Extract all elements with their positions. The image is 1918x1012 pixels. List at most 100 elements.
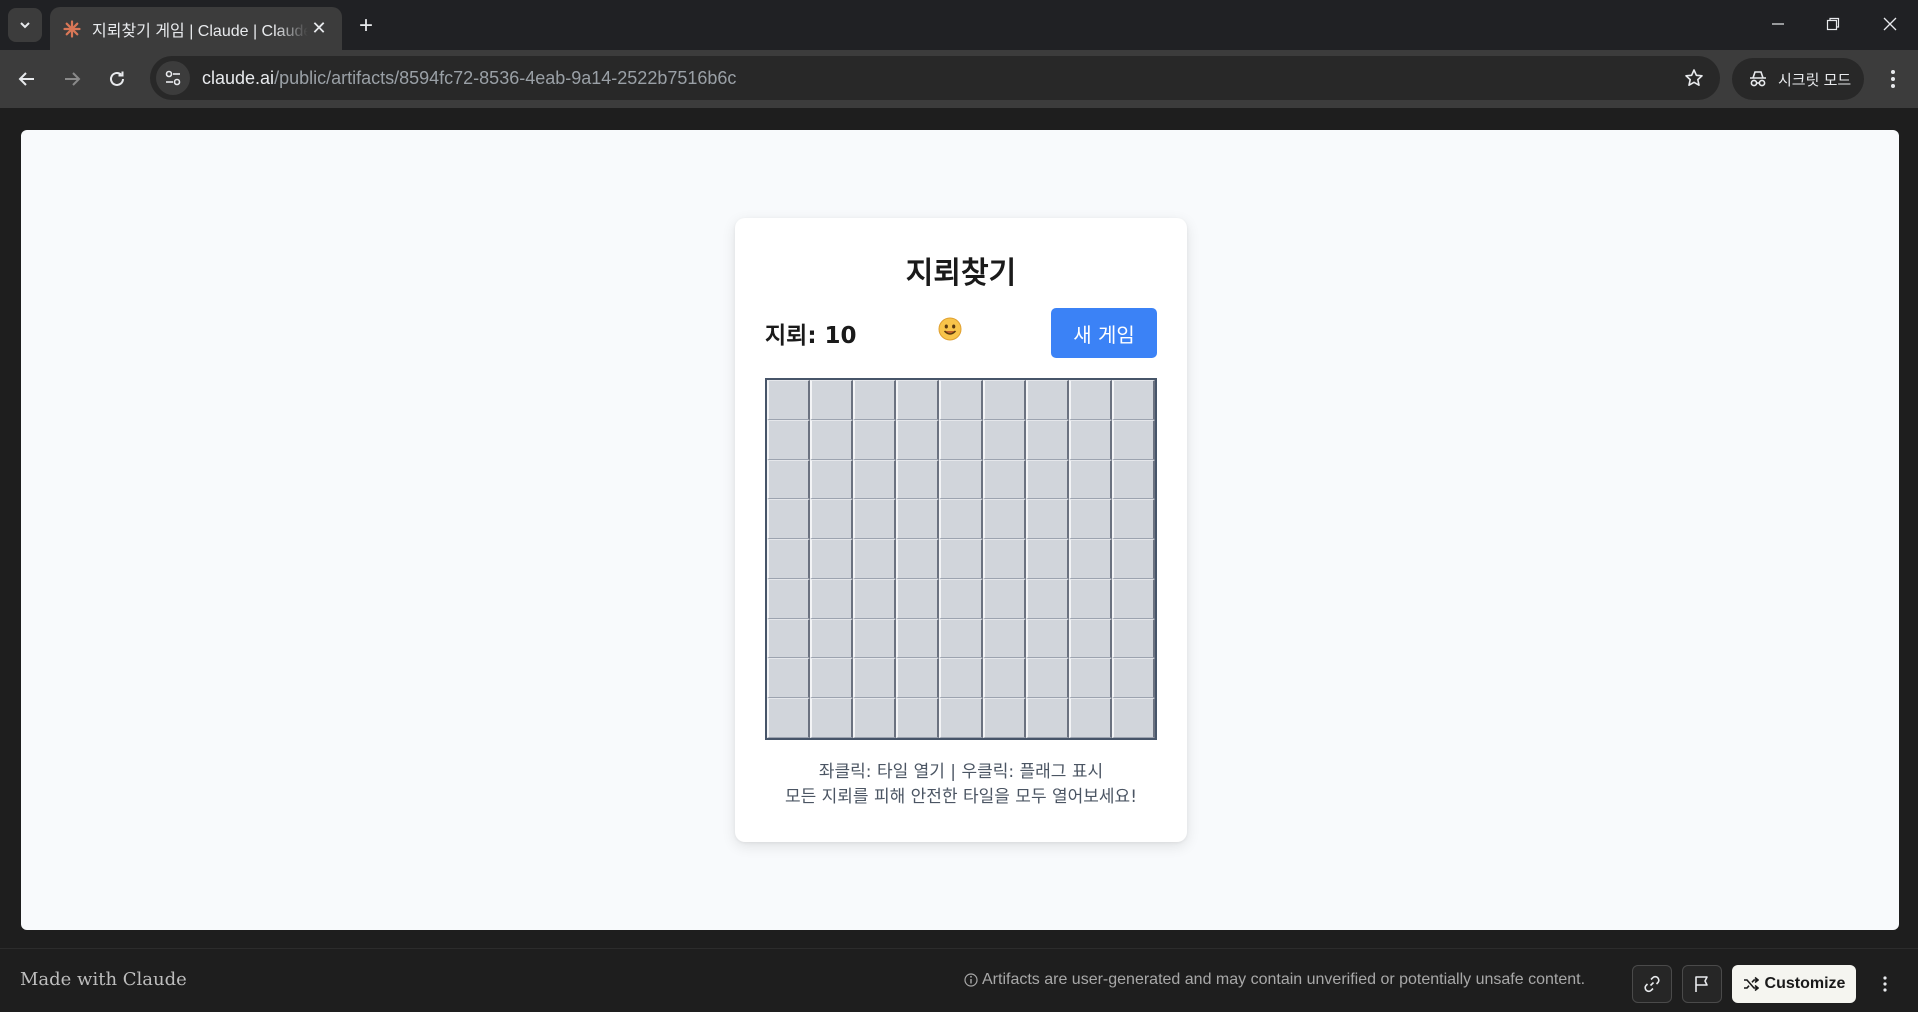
board-tile[interactable] xyxy=(1025,380,1069,420)
board-tile[interactable] xyxy=(982,618,1026,659)
board-tile[interactable] xyxy=(896,499,940,540)
board-tile[interactable] xyxy=(896,380,940,420)
board-tile[interactable] xyxy=(1025,499,1069,540)
board-tile[interactable] xyxy=(767,658,811,699)
board-tile[interactable] xyxy=(1068,380,1112,420)
close-tab-icon[interactable]: ✕ xyxy=(308,18,330,40)
board-tile[interactable] xyxy=(896,539,940,579)
board-tile[interactable] xyxy=(939,419,983,460)
board-tile[interactable] xyxy=(1068,578,1112,619)
board-tile[interactable] xyxy=(1025,618,1069,659)
board-tile[interactable] xyxy=(896,459,940,500)
board-tile[interactable] xyxy=(1025,459,1069,500)
board-tile[interactable] xyxy=(939,658,983,699)
board-tile[interactable] xyxy=(810,380,854,420)
board-tile[interactable] xyxy=(1068,459,1112,500)
board-tile[interactable] xyxy=(939,618,983,659)
incognito-indicator[interactable]: 시크릿 모드 xyxy=(1732,58,1864,100)
board-tile[interactable] xyxy=(853,618,897,659)
board-tile[interactable] xyxy=(982,380,1026,420)
board-tile[interactable] xyxy=(982,539,1026,579)
reload-button[interactable] xyxy=(100,62,134,96)
board-tile[interactable] xyxy=(939,499,983,540)
site-info-button[interactable] xyxy=(156,61,190,95)
board-tile[interactable] xyxy=(767,419,811,460)
board-tile[interactable] xyxy=(1111,499,1155,540)
board-tile[interactable] xyxy=(810,698,854,738)
board-tile[interactable] xyxy=(853,380,897,420)
new-tab-button[interactable]: + xyxy=(352,12,380,40)
board-tile[interactable] xyxy=(896,698,940,738)
board-tile[interactable] xyxy=(810,459,854,500)
board-tile[interactable] xyxy=(767,380,811,420)
minimize-button[interactable] xyxy=(1758,8,1798,40)
board-tile[interactable] xyxy=(939,578,983,619)
board-tile[interactable] xyxy=(853,419,897,460)
board-tile[interactable] xyxy=(1025,698,1069,738)
board-tile[interactable] xyxy=(853,539,897,579)
browser-menu-button[interactable] xyxy=(1876,62,1910,96)
board-tile[interactable] xyxy=(767,499,811,540)
board-tile[interactable] xyxy=(1111,539,1155,579)
board-tile[interactable] xyxy=(1111,380,1155,420)
board-tile[interactable] xyxy=(939,698,983,738)
new-game-button[interactable]: 새 게임 xyxy=(1051,308,1157,358)
board-tile[interactable] xyxy=(853,578,897,619)
back-button[interactable] xyxy=(10,62,44,96)
board-tile[interactable] xyxy=(853,658,897,699)
restore-button[interactable] xyxy=(1813,8,1853,40)
board-tile[interactable] xyxy=(982,658,1026,699)
board-tile[interactable] xyxy=(1111,698,1155,738)
footer-more-button[interactable] xyxy=(1872,969,1898,999)
smiley-face-icon[interactable] xyxy=(938,317,962,341)
board-tile[interactable] xyxy=(1111,658,1155,699)
board-tile[interactable] xyxy=(810,618,854,659)
url-text[interactable]: claude.ai/public/artifacts/8594fc72-8536… xyxy=(202,68,1676,89)
board-tile[interactable] xyxy=(767,578,811,619)
tab-search-button[interactable] xyxy=(8,8,42,42)
board-tile[interactable] xyxy=(1068,499,1112,540)
made-with-claude-link[interactable]: Made with Claude xyxy=(20,969,187,990)
board-tile[interactable] xyxy=(1068,539,1112,579)
browser-tab[interactable]: 지뢰찾기 게임 | Claude | Claude ✕ xyxy=(50,7,342,50)
board-tile[interactable] xyxy=(939,539,983,579)
board-tile[interactable] xyxy=(1111,459,1155,500)
board-tile[interactable] xyxy=(1025,539,1069,579)
board-tile[interactable] xyxy=(853,499,897,540)
close-window-button[interactable] xyxy=(1870,8,1910,40)
board-tile[interactable] xyxy=(896,618,940,659)
board-tile[interactable] xyxy=(1068,698,1112,738)
address-bar[interactable]: claude.ai/public/artifacts/8594fc72-8536… xyxy=(150,56,1720,100)
bookmark-star-button[interactable] xyxy=(1676,60,1712,96)
board-tile[interactable] xyxy=(767,539,811,579)
board-tile[interactable] xyxy=(982,578,1026,619)
board-tile[interactable] xyxy=(810,578,854,619)
board-tile[interactable] xyxy=(982,459,1026,500)
forward-button[interactable] xyxy=(55,62,89,96)
board-tile[interactable] xyxy=(896,658,940,699)
customize-button[interactable]: Customize xyxy=(1732,965,1856,1003)
board-tile[interactable] xyxy=(982,419,1026,460)
board-tile[interactable] xyxy=(982,499,1026,540)
board-tile[interactable] xyxy=(1111,419,1155,460)
board-tile[interactable] xyxy=(810,499,854,540)
board-tile[interactable] xyxy=(1068,658,1112,699)
board-tile[interactable] xyxy=(939,459,983,500)
board-tile[interactable] xyxy=(810,539,854,579)
board-tile[interactable] xyxy=(767,698,811,738)
board-tile[interactable] xyxy=(896,419,940,460)
board-tile[interactable] xyxy=(1025,658,1069,699)
board-tile[interactable] xyxy=(767,618,811,659)
board-tile[interactable] xyxy=(1068,618,1112,659)
board-tile[interactable] xyxy=(853,459,897,500)
report-button[interactable] xyxy=(1682,965,1722,1003)
board-tile[interactable] xyxy=(810,658,854,699)
board-tile[interactable] xyxy=(767,459,811,500)
board-tile[interactable] xyxy=(1068,419,1112,460)
board-tile[interactable] xyxy=(1111,578,1155,619)
board-tile[interactable] xyxy=(939,380,983,420)
board-tile[interactable] xyxy=(810,419,854,460)
board-tile[interactable] xyxy=(853,698,897,738)
board-tile[interactable] xyxy=(982,698,1026,738)
copy-link-button[interactable] xyxy=(1632,965,1672,1003)
